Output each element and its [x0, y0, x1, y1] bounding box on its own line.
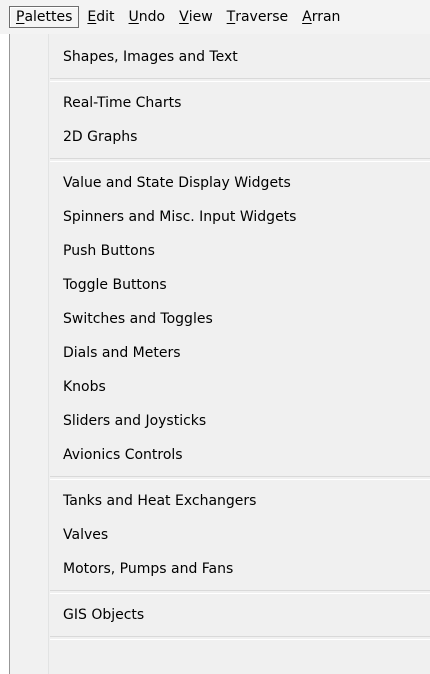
menu-palettes-mnemonic: P: [16, 9, 25, 25]
menu-traverse[interactable]: Traverse: [221, 6, 294, 28]
menu-item-motors-pumps-fans[interactable]: Motors, Pumps and Fans: [10, 552, 430, 586]
palettes-menu-list: Shapes, Images and Text Real-Time Charts…: [10, 40, 430, 644]
menu-separator: [50, 590, 430, 594]
menu-item-spinners-misc-input-widgets[interactable]: Spinners and Misc. Input Widgets: [10, 200, 430, 234]
menu-item-valves[interactable]: Valves: [10, 518, 430, 552]
menu-item-sliders-and-joysticks[interactable]: Sliders and Joysticks: [10, 404, 430, 438]
menu-undo-mnemonic: U: [128, 9, 139, 25]
menu-arrange[interactable]: Arran: [296, 6, 346, 28]
menu-item-gis-objects[interactable]: GIS Objects: [10, 598, 430, 632]
menu-view[interactable]: View: [173, 6, 219, 28]
menu-separator: [50, 476, 430, 480]
menu-separator: [50, 158, 430, 162]
menu-edit-label: dit: [96, 9, 115, 25]
menu-item-shapes-images-text[interactable]: Shapes, Images and Text: [10, 40, 430, 74]
menu-item-knobs[interactable]: Knobs: [10, 370, 430, 404]
menu-undo-label: ndo: [138, 9, 166, 25]
menu-item-2d-graphs[interactable]: 2D Graphs: [10, 120, 430, 154]
menu-edit-mnemonic: E: [87, 9, 97, 25]
menu-bar: Palettes Edit Undo View Traverse Arran: [0, 0, 430, 34]
menu-item-real-time-charts[interactable]: Real-Time Charts: [10, 86, 430, 120]
menu-item-tanks-heat-exchangers[interactable]: Tanks and Heat Exchangers: [10, 484, 430, 518]
menu-item-switches-and-toggles[interactable]: Switches and Toggles: [10, 302, 430, 336]
menu-separator: [50, 636, 430, 640]
menu-item-push-buttons[interactable]: Push Buttons: [10, 234, 430, 268]
menu-edit[interactable]: Edit: [81, 6, 120, 28]
menu-traverse-mnemonic: T: [226, 9, 236, 25]
menu-view-mnemonic: V: [179, 9, 189, 25]
menu-separator: [50, 78, 430, 82]
palettes-dropdown-menu: Shapes, Images and Text Real-Time Charts…: [9, 34, 430, 674]
menu-undo[interactable]: Undo: [123, 6, 172, 28]
menu-view-label: iew: [188, 9, 213, 25]
menu-item-toggle-buttons[interactable]: Toggle Buttons: [10, 268, 430, 302]
menu-item-avionics-controls[interactable]: Avionics Controls: [10, 438, 430, 472]
menu-arrange-mnemonic: A: [302, 9, 312, 25]
menu-palettes[interactable]: Palettes: [9, 6, 80, 28]
menu-palettes-label: alettes: [24, 9, 73, 25]
menu-item-value-state-display-widgets[interactable]: Value and State Display Widgets: [10, 166, 430, 200]
menu-traverse-label: raverse: [235, 9, 289, 25]
menu-arrange-label: rran: [311, 9, 341, 25]
menu-item-dials-and-meters[interactable]: Dials and Meters: [10, 336, 430, 370]
